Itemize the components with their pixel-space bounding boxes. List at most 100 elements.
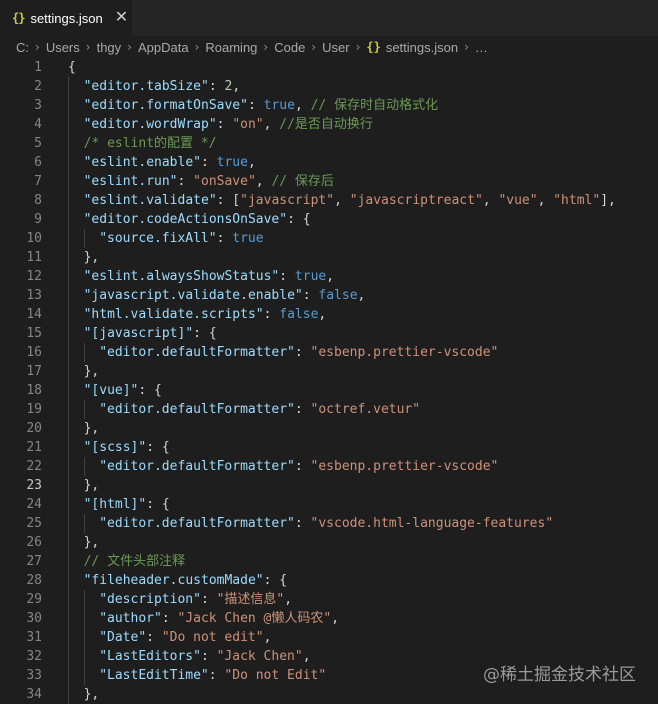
code-line[interactable]: 18 "[vue]": { (0, 381, 658, 400)
line-number: 29 (26, 592, 42, 607)
code-token: }, (83, 535, 100, 550)
indent-guide (68, 362, 69, 381)
code-line[interactable]: 2 "editor.tabSize": 2, (0, 77, 658, 96)
code-token: "eslint.enable" (83, 155, 201, 170)
indent-guide (83, 647, 85, 666)
breadcrumb-item[interactable]: C: (16, 40, 29, 55)
indent-guide (68, 229, 69, 248)
code-line[interactable]: 5 /* eslint的配置 */ (0, 134, 658, 153)
code-token: : (201, 155, 217, 170)
code-line[interactable]: 23}, (0, 476, 658, 495)
code-token: "javascriptreact" (349, 193, 483, 208)
breadcrumb-item[interactable]: thgy (97, 40, 122, 55)
code-token: "Jack Chen @懒人码农" (177, 611, 332, 626)
indent-guide (68, 343, 69, 362)
code-token: "Jack Chen" (216, 649, 303, 664)
code-line[interactable]: 20}, (0, 419, 658, 438)
code-token: : (216, 231, 233, 246)
code-line[interactable]: 4 "editor.wordWrap": "on", //是否自动换行 (0, 115, 658, 134)
code-token: "eslint.run" (83, 174, 178, 189)
breadcrumb-item[interactable]: AppData (138, 40, 189, 55)
code-line[interactable]: 22 "editor.defaultFormatter": "esbenp.pre… (0, 457, 658, 476)
code-editor[interactable]: 1{ 2 "editor.tabSize": 2, 3 "editor.formatOn… (0, 58, 658, 704)
breadcrumb-item[interactable]: User (322, 40, 349, 55)
code-token: : (208, 668, 225, 683)
code-token: : (294, 345, 311, 360)
code-text: "eslint.validate": ["javascript", "javas… (84, 191, 616, 210)
line-number: 14 (26, 307, 42, 322)
indent-guide (83, 666, 85, 685)
breadcrumb-item[interactable]: Users (46, 40, 80, 55)
code-token: : (294, 516, 311, 531)
breadcrumb-item[interactable]: Roaming (205, 40, 257, 55)
chevron-right-icon: › (127, 40, 132, 54)
breadcrumb-item[interactable]: … (475, 40, 488, 55)
code-line[interactable]: 31 "Date": "Do not edit", (0, 628, 658, 647)
line-number: 12 (26, 269, 42, 284)
code-token: "source.fixAll" (99, 231, 217, 246)
code-token: "editor.defaultFormatter" (99, 459, 295, 474)
code-token: "vue" (498, 193, 538, 208)
code-token: false (279, 307, 319, 322)
code-line[interactable]: 7 "eslint.run": "onSave", // 保存后 (0, 172, 658, 191)
code-line[interactable]: 19 "editor.defaultFormatter": "octref.vet… (0, 400, 658, 419)
indent-guide (68, 476, 69, 495)
code-line[interactable]: 16 "editor.defaultFormatter": "esbenp.pre… (0, 343, 658, 362)
code-text: /* eslint的配置 */ (84, 134, 217, 153)
code-line[interactable]: 14 "html.validate.scripts": false, (0, 305, 658, 324)
code-token: : (279, 269, 295, 284)
line-number: 22 (26, 459, 42, 474)
line-number: 6 (34, 155, 42, 170)
code-line[interactable]: 17}, (0, 362, 658, 381)
code-line[interactable]: 6 "eslint.enable": true, (0, 153, 658, 172)
indent-guide (68, 666, 69, 685)
code-token: , (334, 193, 350, 208)
code-line[interactable]: 25 "editor.defaultFormatter": "vscode.htm… (0, 514, 658, 533)
code-line[interactable]: 1{ (0, 58, 658, 77)
code-token: // 保存后 (271, 174, 334, 189)
indent-guide (83, 590, 85, 609)
code-token: true (216, 155, 248, 170)
code-text: "fileheader.customMade": { (84, 571, 288, 590)
code-line[interactable]: 27 // 文件头部注释 (0, 552, 658, 571)
code-line[interactable]: 8 "eslint.validate": ["javascript", "java… (0, 191, 658, 210)
line-number: 2 (34, 79, 42, 94)
line-number: 3 (34, 98, 42, 113)
code-token: : (294, 402, 311, 417)
code-line[interactable]: 12 "eslint.alwaysShowStatus": true, (0, 267, 658, 286)
close-icon[interactable]: ✕ (115, 10, 128, 26)
code-line[interactable]: 11}, (0, 248, 658, 267)
code-token: , (318, 307, 327, 322)
code-line[interactable]: 34}, (0, 685, 658, 704)
code-token: "editor.defaultFormatter" (99, 402, 295, 417)
indent-guide (68, 552, 69, 571)
line-number: 11 (26, 250, 42, 265)
code-token: "[vue]" (83, 383, 139, 398)
line-number: 17 (26, 364, 42, 379)
indent-guide (68, 533, 69, 552)
code-token: "html" (553, 193, 601, 208)
code-token: : { (146, 497, 170, 512)
code-line[interactable]: 28 "fileheader.customMade": { (0, 571, 658, 590)
code-line[interactable]: 30 "author": "Jack Chen @懒人码农", (0, 609, 658, 628)
tab-settings-json[interactable]: {} settings.json ✕ (0, 0, 132, 36)
code-text: "editor.tabSize": 2, (84, 77, 241, 96)
code-token: "[javascript]" (83, 326, 194, 341)
line-number: 7 (34, 174, 42, 189)
breadcrumb-item[interactable]: Code (274, 40, 305, 55)
code-line[interactable]: 29 "description": "描述信息", (0, 590, 658, 609)
line-number: 21 (26, 440, 42, 455)
code-line[interactable]: 15 "[javascript]": { (0, 324, 658, 343)
code-line[interactable]: 24 "[html]": { (0, 495, 658, 514)
code-line[interactable]: 3 "editor.formatOnSave": true, // 保存时自动格式… (0, 96, 658, 115)
code-line[interactable]: 10 "source.fixAll": true (0, 229, 658, 248)
code-line[interactable]: 26}, (0, 533, 658, 552)
code-line[interactable]: 13 "javascript.validate.enable": false, (0, 286, 658, 305)
code-line[interactable]: 9 "editor.codeActionsOnSave": { (0, 210, 658, 229)
code-token: "eslint.validate" (83, 193, 217, 208)
code-line[interactable]: 21 "[scss]": { (0, 438, 658, 457)
breadcrumb-item[interactable]: settings.json (386, 40, 458, 55)
line-number: 5 (34, 136, 42, 151)
code-text: "editor.codeActionsOnSave": { (84, 210, 311, 229)
indent-guide (68, 438, 69, 457)
